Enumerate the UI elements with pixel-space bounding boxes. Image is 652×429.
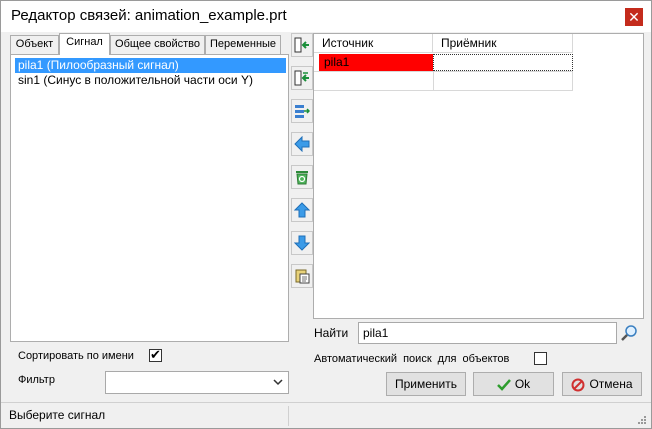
column-header-target[interactable]: Приёмник bbox=[433, 34, 573, 53]
move-up-button[interactable] bbox=[291, 198, 313, 222]
close-button[interactable]: ✕ bbox=[625, 8, 643, 26]
arrow-down-icon bbox=[294, 235, 310, 251]
grid-line bbox=[572, 71, 573, 90]
find-label: Найти bbox=[314, 326, 349, 340]
link-insert-button[interactable] bbox=[291, 99, 313, 123]
signal-list[interactable]: pila1 (Пилообразный сигнал) sin1 (Синус … bbox=[15, 58, 286, 338]
move-down-button[interactable] bbox=[291, 231, 313, 255]
link-out-icon bbox=[294, 70, 309, 86]
source-cell[interactable]: pila1 bbox=[319, 54, 433, 71]
checkmark-icon: ✔ bbox=[150, 347, 161, 362]
recycle-bin-icon bbox=[296, 171, 308, 185]
sort-by-name-label: Сортировать по имени bbox=[18, 350, 134, 362]
grid-line bbox=[314, 90, 573, 91]
title-bar: Редактор связей: animation_example.prt ✕ bbox=[1, 1, 651, 32]
apply-button[interactable]: Применить bbox=[386, 372, 466, 396]
cancel-icon bbox=[571, 378, 585, 392]
ok-button-label: Ok bbox=[514, 377, 531, 391]
paste-icon bbox=[295, 269, 310, 284]
tab-variables[interactable]: Переменные bbox=[205, 35, 281, 54]
search-icon[interactable] bbox=[620, 324, 638, 342]
find-input[interactable]: pila1 bbox=[358, 322, 617, 344]
tab-signal[interactable]: Сигнал bbox=[59, 33, 110, 55]
ok-button[interactable]: Ok bbox=[473, 372, 554, 396]
link-insert-icon bbox=[295, 105, 310, 118]
auto-search-label: Автоматический поиск для объектов bbox=[314, 353, 510, 365]
signal-tab-panel: pila1 (Пилообразный сигнал) sin1 (Синус … bbox=[10, 54, 289, 342]
tab-common-property[interactable]: Общее свойство bbox=[110, 35, 205, 54]
filter-label: Фильтр bbox=[18, 374, 55, 386]
link-editor-window: Редактор связей: animation_example.prt ✕… bbox=[0, 0, 652, 429]
status-text: Выберите сигнал bbox=[9, 408, 106, 422]
arrow-left-icon bbox=[294, 136, 310, 152]
paste-button[interactable] bbox=[291, 264, 313, 288]
check-icon bbox=[496, 378, 511, 391]
tab-object[interactable]: Объект bbox=[10, 35, 59, 54]
column-header-source[interactable]: Источник bbox=[314, 34, 433, 53]
arrow-up-icon bbox=[294, 202, 310, 218]
cancel-button[interactable]: Отмена bbox=[562, 372, 642, 396]
resize-grip-icon[interactable] bbox=[637, 415, 647, 425]
link-in-button[interactable] bbox=[291, 33, 313, 57]
status-bar: Выберите сигнал bbox=[1, 402, 651, 428]
list-item[interactable]: sin1 (Синус в положительной части оси Y) bbox=[15, 73, 286, 88]
filter-select[interactable] bbox=[105, 371, 289, 394]
status-divider bbox=[288, 406, 289, 426]
delete-button[interactable] bbox=[291, 165, 313, 189]
sort-by-name-checkbox[interactable]: ✔ bbox=[149, 347, 162, 362]
move-left-button[interactable] bbox=[291, 132, 313, 156]
grid-line bbox=[314, 71, 573, 72]
apply-button-label: Применить bbox=[394, 377, 457, 391]
link-grid[interactable]: Источник Приёмник pila1 bbox=[313, 33, 644, 319]
window-title: Редактор связей: animation_example.prt bbox=[11, 7, 287, 24]
cancel-button-label: Отмена bbox=[589, 377, 633, 391]
chevron-down-icon bbox=[273, 379, 283, 386]
list-item[interactable]: pila1 (Пилообразный сигнал) bbox=[15, 58, 286, 73]
link-out-button[interactable] bbox=[291, 66, 313, 90]
auto-search-checkbox[interactable] bbox=[534, 352, 547, 365]
grid-line bbox=[433, 71, 434, 90]
link-in-icon bbox=[294, 37, 309, 53]
target-cell[interactable] bbox=[433, 54, 573, 71]
